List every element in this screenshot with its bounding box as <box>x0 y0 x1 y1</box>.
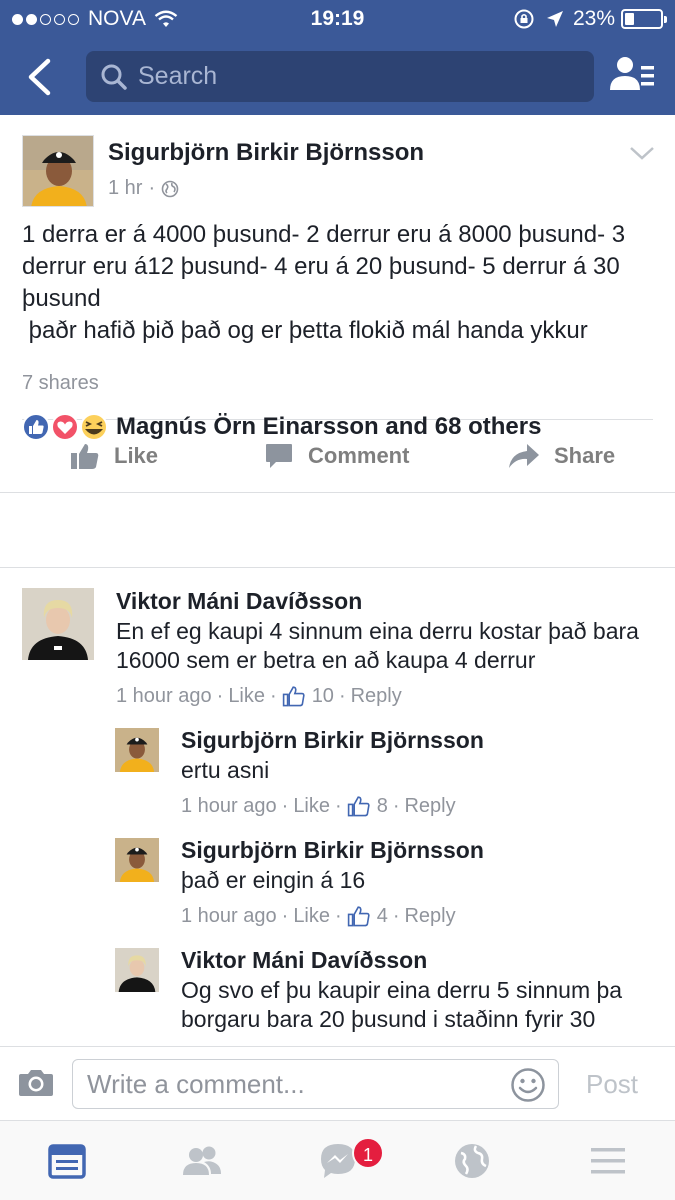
comment-like-link[interactable]: Like <box>293 795 330 818</box>
comment-like-count: 8 <box>376 794 388 817</box>
commenter-avatar[interactable] <box>115 728 159 772</box>
battery-percent: 23% <box>572 7 615 30</box>
status-right: 23% <box>513 7 667 31</box>
haha-reaction-icon <box>80 413 108 441</box>
comment-like-link[interactable]: Like <box>293 905 330 928</box>
comment-like-count: 10 <box>311 684 334 707</box>
post-text: 1 derra er á 4000 þusund- 2 derrur eru á… <box>22 221 626 344</box>
comment-text: Og svo ef þu kaupir eina derru 5 sinnum … <box>181 977 623 1032</box>
commenter-avatar[interactable] <box>115 838 159 882</box>
reaction-icons <box>22 413 108 441</box>
search-icon <box>101 64 127 90</box>
commenter-avatar[interactable] <box>115 948 159 992</box>
comment-like-count: 4 <box>376 904 388 927</box>
reactions-text: Magnús Örn Einarsson and 68 others <box>116 413 542 440</box>
post-meta: 1 hr · <box>108 177 179 200</box>
commenter-name[interactable]: Sigurbjörn Birkir Björnsson <box>181 837 484 864</box>
commenter-avatar[interactable] <box>22 588 94 660</box>
comment-time: 1 hour ago <box>181 904 277 927</box>
meta-separator: · <box>148 177 156 199</box>
notifications-globe-icon[interactable] <box>452 1141 492 1181</box>
comment-text: ertu asni <box>181 757 270 783</box>
post-author-name[interactable]: Sigurbjörn Birkir Björnsson <box>108 139 424 167</box>
thumbs-up-icon <box>282 686 305 707</box>
rotation-lock-icon <box>514 9 534 29</box>
commenter-name[interactable]: Viktor Máni Davíðsson <box>181 947 427 974</box>
thumbs-up-icon <box>347 796 370 817</box>
love-reaction-icon <box>51 413 79 441</box>
comment-meta: 1 hour ago · Like · 4 · Reply <box>181 904 456 928</box>
comment-reply-link[interactable]: Reply <box>351 685 402 708</box>
search-bar[interactable] <box>86 51 594 102</box>
menu-icon[interactable] <box>588 1141 628 1181</box>
news-feed-icon[interactable] <box>47 1141 87 1181</box>
comment-reply-link[interactable]: Reply <box>404 905 455 928</box>
post-options-chevron-down-icon[interactable] <box>628 143 656 163</box>
back-button[interactable] <box>18 55 62 99</box>
section-divider <box>0 492 675 493</box>
thumbs-up-icon <box>347 906 370 927</box>
globe-icon <box>161 180 179 197</box>
comment-time: 1 hour ago <box>116 684 212 707</box>
like-reaction-icon <box>22 413 50 441</box>
status-bar: NOVA 19:19 23% <box>0 0 675 38</box>
battery-icon <box>621 9 667 29</box>
comment-time: 1 hour ago <box>181 794 277 817</box>
friend-requests-button[interactable] <box>608 54 656 96</box>
comment-input[interactable] <box>87 1068 487 1100</box>
comment-like-link[interactable]: Like <box>228 685 265 708</box>
friends-icon[interactable] <box>182 1141 222 1181</box>
location-arrow-icon <box>546 11 563 27</box>
comment-input-box[interactable] <box>72 1059 559 1109</box>
comment-text: En ef eg kaupi 4 sinnum eina derru kosta… <box>116 618 639 673</box>
post-comment-button[interactable]: Post <box>586 1069 638 1100</box>
reactions-summary[interactable]: Magnús Örn Einarsson and 68 others <box>0 396 675 456</box>
comment-meta: 1 hour ago · Like · 10 · Reply <box>116 684 402 708</box>
commenter-name[interactable]: Viktor Máni Davíðsson <box>116 588 362 615</box>
camera-icon[interactable] <box>18 1067 54 1097</box>
commenter-name[interactable]: Sigurbjörn Birkir Björnsson <box>181 727 484 754</box>
messenger-badge: 1 <box>352 1137 384 1169</box>
reply-comment: Viktor Máni Davíðsson Og svo ef þu kaupi… <box>0 942 675 1046</box>
author-avatar[interactable] <box>22 135 94 207</box>
comment-text: það er eingin á 16 <box>181 867 366 893</box>
navigation-header: NOVA 19:19 23% <box>0 0 675 115</box>
comment-reply-link[interactable]: Reply <box>404 795 455 818</box>
shares-count[interactable]: 7 shares <box>22 372 99 395</box>
post-time[interactable]: 1 hr <box>108 177 142 200</box>
comment-meta: 1 hour ago · Like · 8 · Reply <box>181 794 456 818</box>
search-input[interactable] <box>138 62 578 91</box>
bottom-tab-bar: 1 <box>0 1120 675 1200</box>
section-divider <box>0 567 675 568</box>
smiley-icon[interactable] <box>510 1067 546 1103</box>
comment-composer: Post <box>0 1046 675 1120</box>
